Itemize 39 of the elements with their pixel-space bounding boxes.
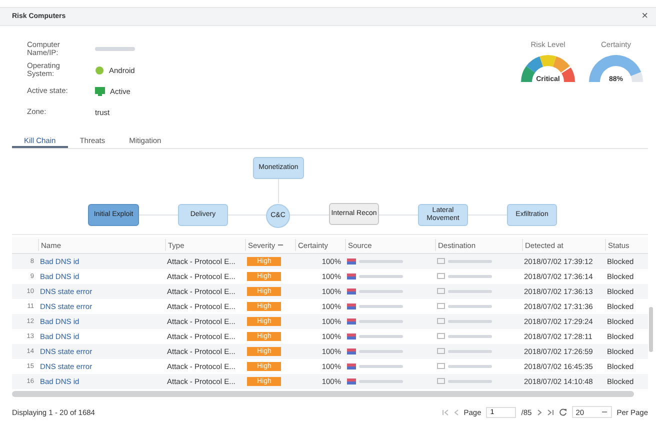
redacted-value [448,304,492,309]
redacted-value [359,349,403,354]
redacted-value [448,379,492,384]
redacted-value [448,334,492,339]
vertical-scrollbar[interactable] [649,307,653,352]
last-page-icon[interactable] [546,408,554,416]
redacted-value [359,274,403,279]
redacted-value [359,289,403,294]
risk-gauge-drawing [520,53,576,83]
connector-line [468,214,507,216]
first-page-icon[interactable] [442,408,449,416]
connector-line [278,178,279,203]
next-page-icon[interactable] [536,408,542,416]
connector-line [139,214,178,216]
redacted-value [448,364,492,369]
redacted-value [448,319,492,324]
redacted-value [448,259,492,264]
redacted-value [448,349,492,354]
android-icon [95,66,104,74]
sort-icon [278,243,284,247]
close-button[interactable]: × [642,11,648,22]
redacted-value [359,259,403,264]
redacted-value [359,304,403,309]
redacted-value [359,319,403,324]
redacted-value [448,289,492,294]
connector-line [290,214,329,216]
redacted-value [448,274,492,279]
certainty-gauge-drawing [588,53,644,83]
redacted-value [359,379,403,384]
monitor-icon [95,86,105,96]
connector-line [379,214,418,216]
previous-page-icon[interactable] [454,408,459,416]
redacted-value [359,334,403,339]
redacted-value [95,46,135,52]
caret-icon [602,410,608,414]
redacted-value [359,364,403,369]
connector-line [228,214,266,216]
refresh-icon[interactable] [558,408,567,416]
horizontal-scrollbar[interactable] [12,391,634,397]
